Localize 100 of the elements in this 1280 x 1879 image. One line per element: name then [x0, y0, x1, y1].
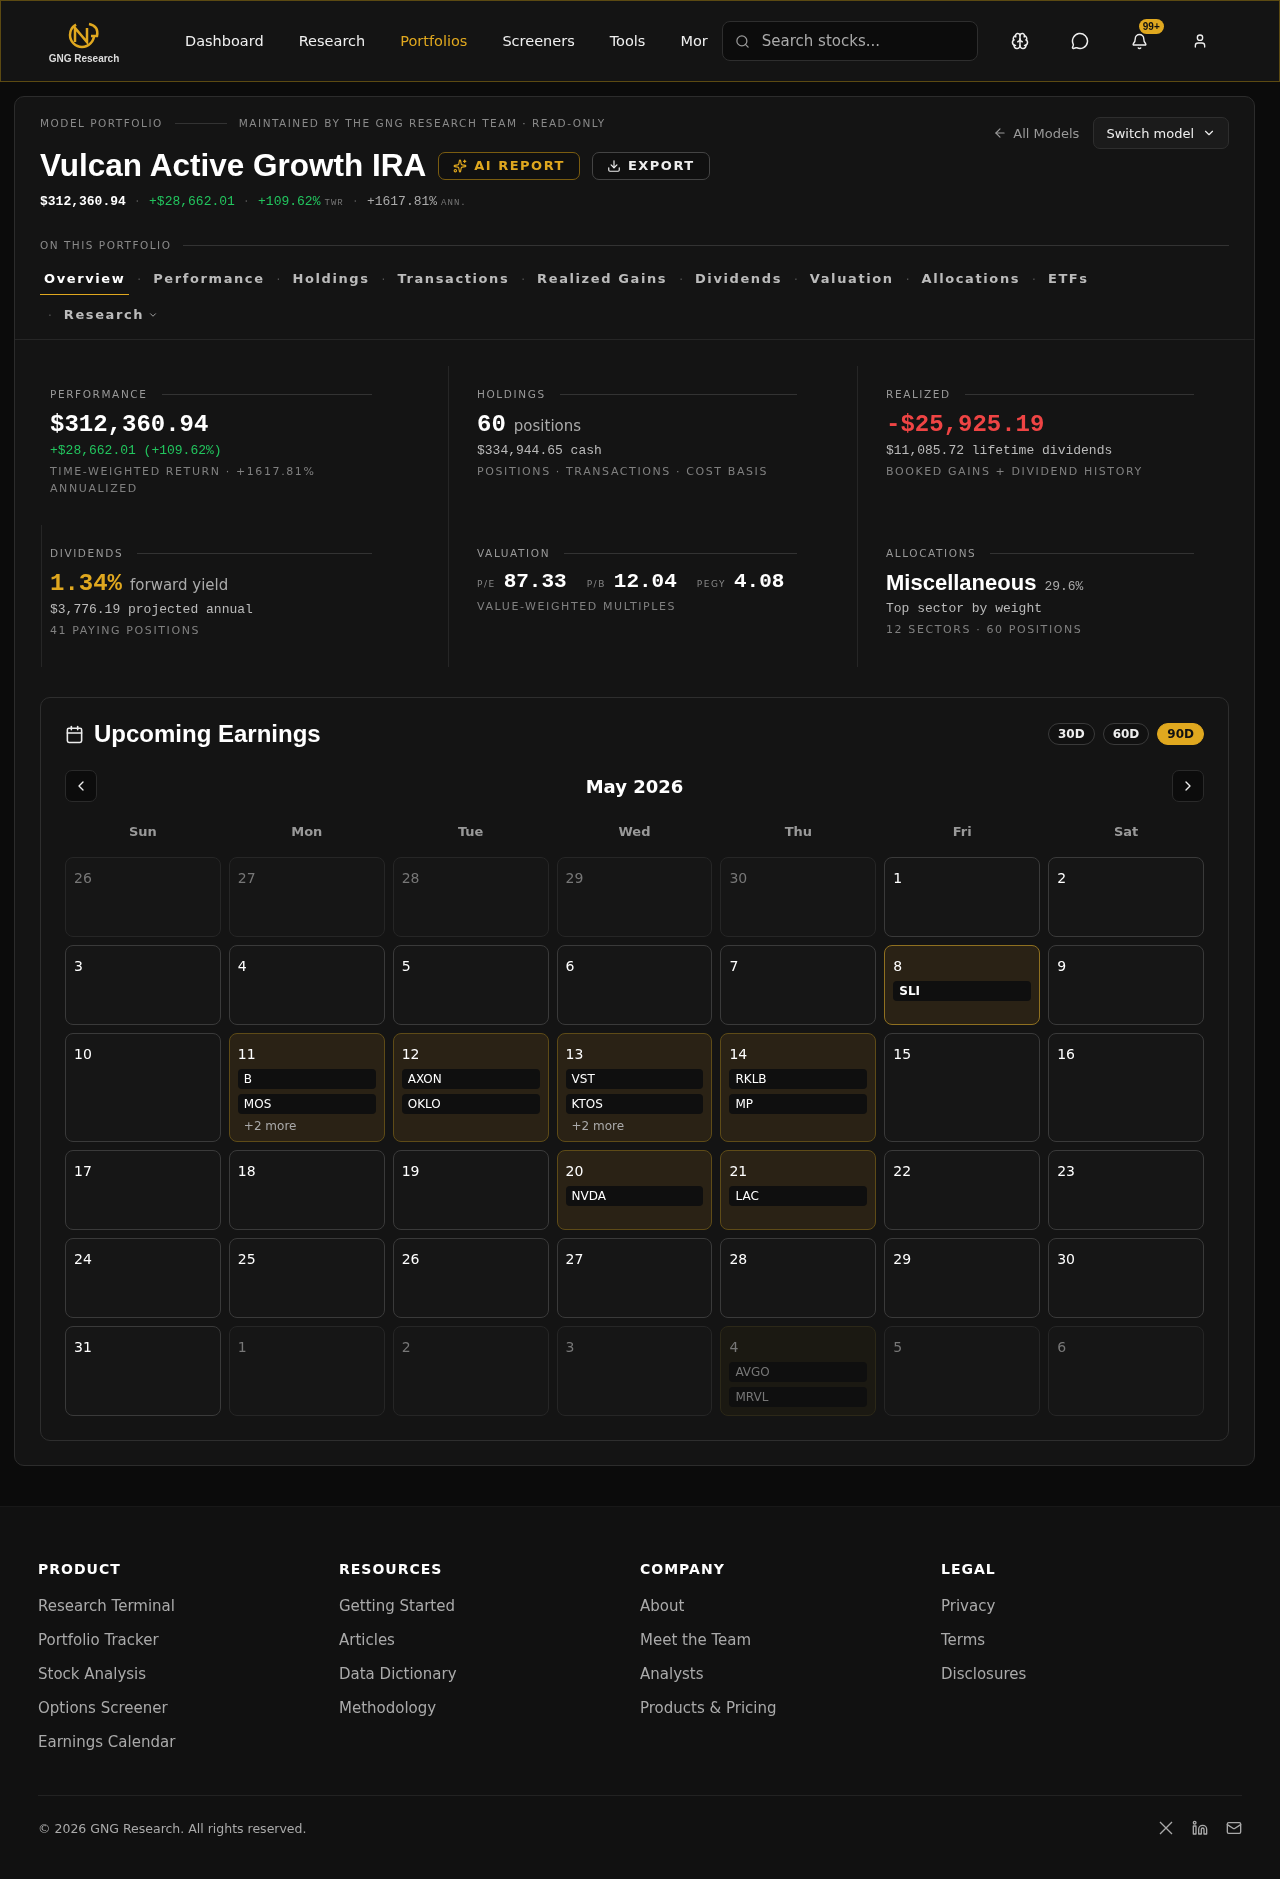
footer-link[interactable]: Articles	[339, 1631, 640, 1650]
portfolio-tab[interactable]: Overview	[40, 265, 130, 295]
ticker-chip[interactable]: MOS	[237, 1094, 376, 1115]
ticker-chip[interactable]: AXON	[401, 1069, 540, 1090]
nav-link[interactable]: Mor	[680, 33, 708, 49]
ticker-chip[interactable]: VST	[565, 1069, 704, 1090]
range-toggle[interactable]: 60D	[1102, 723, 1150, 746]
calendar-day[interactable]: 10	[65, 1033, 221, 1143]
calendar-day[interactable]: 30	[720, 857, 877, 938]
calendar-day[interactable]: 27	[556, 1238, 713, 1319]
portfolio-tab[interactable]: Performance	[149, 265, 269, 295]
calendar-day[interactable]: 3	[556, 1326, 713, 1417]
footer-link[interactable]: Methodology	[339, 1699, 640, 1718]
footer-link[interactable]: About	[640, 1597, 941, 1616]
calendar-day[interactable]: 6	[1048, 1326, 1204, 1417]
calendar-day[interactable]: 31	[65, 1326, 221, 1417]
calendar-day[interactable]: 16	[1048, 1033, 1204, 1143]
previous-month-button[interactable]	[65, 770, 97, 803]
ticker-chip[interactable]: MRVL	[729, 1387, 868, 1408]
portfolio-tab[interactable]: Transactions	[393, 265, 514, 295]
footer-link[interactable]: Research Terminal	[38, 1597, 339, 1616]
calendar-day[interactable]: 2	[392, 1326, 549, 1417]
calendar-day[interactable]: 27	[228, 857, 385, 938]
ticker-chip[interactable]: OKLO	[401, 1094, 540, 1115]
x-link[interactable]	[1158, 1820, 1174, 1837]
nav-link[interactable]: Research	[298, 33, 366, 49]
calendar-day[interactable]: 5	[392, 945, 549, 1026]
portfolio-tab[interactable]: ETFs	[1043, 265, 1093, 295]
calendar-day[interactable]: 22	[884, 1150, 1041, 1231]
footer-link[interactable]: Data Dictionary	[339, 1665, 640, 1684]
calendar-day[interactable]: 28	[720, 1238, 877, 1319]
calendar-day[interactable]: 14 RKLB MP	[720, 1033, 877, 1143]
footer-link[interactable]: Terms	[941, 1631, 1242, 1650]
calendar-day[interactable]: 8 SLI	[884, 945, 1041, 1026]
footer-link[interactable]: Products & Pricing	[640, 1699, 941, 1718]
more-link[interactable]: +2 more	[565, 1119, 704, 1134]
portfolio-tab[interactable]: Allocations	[917, 265, 1025, 295]
ticker-chip[interactable]: AVGO	[729, 1362, 868, 1383]
range-toggle[interactable]: 30D	[1048, 723, 1095, 746]
search-field[interactable]: Search stocks...	[721, 21, 978, 61]
all-models-link[interactable]: All Models	[993, 125, 1080, 141]
calendar-day[interactable]: 25	[228, 1238, 385, 1319]
calendar-day[interactable]: 20 NVDA	[556, 1150, 713, 1231]
ticker-chip[interactable]: SLI	[893, 981, 1032, 1002]
ticker-chip[interactable]: LAC	[729, 1186, 868, 1207]
calendar-day[interactable]: 1	[228, 1326, 385, 1417]
calendar-day[interactable]: 26	[65, 857, 221, 938]
calendar-day[interactable]: 6	[556, 945, 713, 1026]
footer-link[interactable]: Getting Started	[339, 1597, 640, 1616]
switch-model-dropdown[interactable]: Switch model	[1093, 117, 1229, 149]
calendar-day[interactable]: 29	[556, 857, 713, 938]
calendar-day[interactable]: 26	[392, 1238, 549, 1319]
nav-link[interactable]: Dashboard	[185, 33, 264, 49]
portfolio-tab[interactable]: Holdings	[288, 265, 374, 295]
calendar-day[interactable]: 15	[884, 1033, 1041, 1143]
calendar-day[interactable]: 23	[1048, 1150, 1204, 1231]
mail-link[interactable]	[1226, 1820, 1242, 1837]
ticker-chip[interactable]: RKLB	[729, 1069, 868, 1090]
portfolio-tab[interactable]: Dividends	[690, 265, 786, 295]
ticker-chip[interactable]: MP	[729, 1094, 868, 1115]
ticker-chip[interactable]: NVDA	[565, 1186, 704, 1207]
footer-link[interactable]: Stock Analysis	[38, 1665, 339, 1684]
calendar-day[interactable]: 4	[228, 945, 385, 1026]
next-month-button[interactable]	[1172, 770, 1204, 803]
portfolio-tab[interactable]: Research	[59, 301, 163, 331]
more-link[interactable]: +2 more	[237, 1119, 376, 1134]
search-input[interactable]: Search stocks...	[759, 31, 960, 51]
calendar-day[interactable]: 18	[228, 1150, 385, 1231]
calendar-day[interactable]: 17	[65, 1150, 221, 1231]
footer-link[interactable]: Options Screener	[38, 1699, 339, 1718]
ticker-chip[interactable]: B	[237, 1069, 376, 1090]
portfolio-tab[interactable]: Realized Gains	[533, 265, 672, 295]
nav-link[interactable]: Tools	[609, 33, 646, 49]
footer-link[interactable]: Analysts	[640, 1665, 941, 1684]
linkedin-link[interactable]	[1192, 1820, 1208, 1837]
calendar-day[interactable]: 5	[884, 1326, 1041, 1417]
calendar-day[interactable]: 9	[1048, 945, 1204, 1026]
calendar-day[interactable]: 21 LAC	[720, 1150, 877, 1231]
calendar-day[interactable]: 1	[884, 857, 1041, 938]
calendar-day[interactable]: 4 AVGO MRVL	[720, 1326, 877, 1417]
calendar-day[interactable]: 29	[884, 1238, 1041, 1319]
calendar-day[interactable]: 19	[392, 1150, 549, 1231]
portfolio-tab[interactable]: Valuation	[805, 265, 898, 295]
range-toggle[interactable]: 90D	[1157, 723, 1204, 746]
footer-link[interactable]: Disclosures	[941, 1665, 1242, 1684]
footer-link[interactable]: Earnings Calendar	[38, 1733, 339, 1752]
footer-link[interactable]: Portfolio Tracker	[38, 1631, 339, 1650]
calendar-day[interactable]: 30	[1048, 1238, 1204, 1319]
calendar-day[interactable]: 2	[1048, 857, 1204, 938]
calendar-day[interactable]: 7	[720, 945, 877, 1026]
ai-report-button[interactable]: AI REPORT	[438, 151, 580, 180]
ticker-chip[interactable]: KTOS	[565, 1094, 704, 1115]
calendar-day[interactable]: 28	[392, 857, 549, 938]
nav-link[interactable]: Portfolios	[400, 33, 468, 49]
nav-link[interactable]: Screeners	[502, 33, 575, 49]
footer-link[interactable]: Privacy	[941, 1597, 1242, 1616]
calendar-day[interactable]: 24	[65, 1238, 221, 1319]
calendar-day[interactable]: 13 VST KTOS +2 more	[556, 1033, 713, 1143]
export-button[interactable]: EXPORT	[591, 151, 710, 180]
calendar-day[interactable]: 11 B MOS +2 more	[228, 1033, 385, 1143]
